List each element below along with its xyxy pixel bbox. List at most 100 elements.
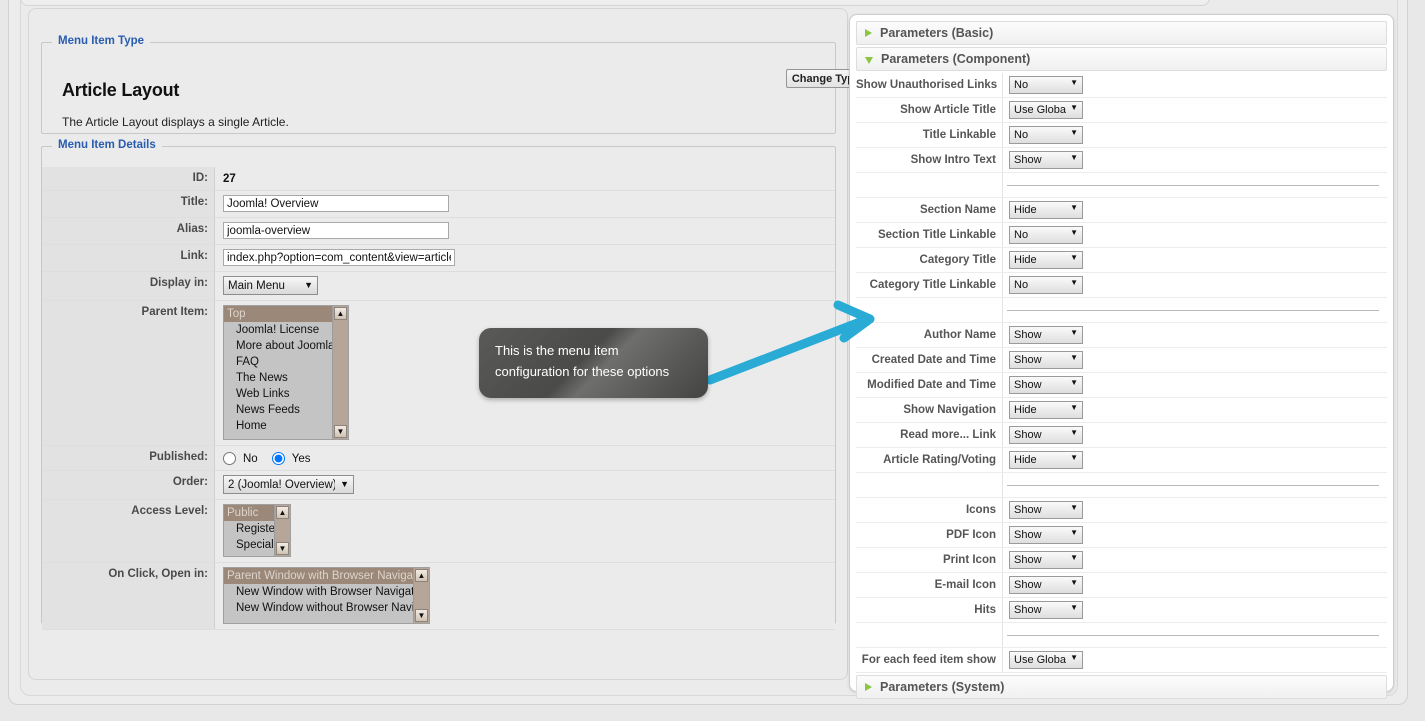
separator-spacer (856, 472, 1003, 498)
published-yes-radio[interactable] (271, 452, 285, 465)
parameter-select[interactable]: No (1009, 226, 1083, 244)
list-item[interactable]: New Window with Browser Navigation (224, 584, 429, 600)
parameter-select[interactable]: Show (1009, 376, 1083, 394)
parameter-select-wrap: Use Global ▼ (1009, 101, 1083, 119)
link-input[interactable] (223, 249, 455, 266)
parent-item-scrollbar[interactable]: ▲ ▼ (332, 306, 348, 439)
list-item[interactable]: Home (224, 418, 348, 434)
parameter-select[interactable]: Show (1009, 151, 1083, 169)
parameter-row: E-mail Icon Show ▼ (856, 572, 1387, 598)
value-id: 27 (214, 167, 835, 191)
separator-spacer (856, 297, 1003, 323)
parameters-system-header[interactable]: Parameters (System) (856, 675, 1387, 699)
scroll-down-arrow-icon[interactable]: ▼ (415, 609, 428, 622)
order-select[interactable]: 2 (Joomla! Overview) (223, 475, 354, 494)
published-yes-label[interactable]: Yes (292, 453, 311, 465)
parameter-select[interactable]: Hide (1009, 451, 1083, 469)
access-level-listbox[interactable]: Public Registered Special ▲ ▼ (223, 504, 291, 557)
parameters-component-label: Parameters (Component) (881, 52, 1031, 66)
parameter-label: Show Navigation (856, 397, 1003, 423)
parameter-select[interactable]: No (1009, 76, 1083, 94)
list-item[interactable]: More about Joomla! (224, 338, 348, 354)
table-row-access-level: Access Level: Public Registered Special ▲ … (42, 499, 835, 563)
parameter-row: Show Intro Text Show ▼ (856, 147, 1387, 173)
parameters-basic-label: Parameters (Basic) (880, 26, 994, 40)
on-click-listbox[interactable]: Parent Window with Browser Navigation New… (223, 567, 430, 624)
parameter-label: Created Date and Time (856, 347, 1003, 373)
parameter-select[interactable]: Hide (1009, 401, 1083, 419)
title-input[interactable] (223, 195, 449, 212)
parameter-row: Article Rating/Voting Hide ▼ (856, 447, 1387, 473)
list-item[interactable]: Web Links (224, 386, 348, 402)
parameter-row: Show Article Title Use Global ▼ (856, 97, 1387, 123)
scroll-up-arrow-icon[interactable]: ▲ (276, 506, 289, 519)
parameter-separator-row (856, 172, 1387, 198)
parameter-select[interactable]: Show (1009, 526, 1083, 544)
list-item[interactable]: Top (224, 306, 348, 322)
parameter-select[interactable]: Hide (1009, 251, 1083, 269)
scroll-down-arrow-icon[interactable]: ▼ (334, 425, 347, 438)
parameter-label: Title Linkable (856, 122, 1003, 148)
separator-rule (1002, 472, 1387, 498)
value-title (214, 190, 835, 218)
parameter-field: Show ▼ (1002, 147, 1387, 173)
label-title: Title: (42, 190, 215, 218)
parameter-select[interactable]: No (1009, 276, 1083, 294)
list-item[interactable]: FAQ (224, 354, 348, 370)
parameter-label: Modified Date and Time (856, 372, 1003, 398)
display-in-select-wrap: Main Menu ▼ (223, 276, 318, 295)
table-row-id: ID: 27 (42, 167, 835, 191)
list-item[interactable]: News Feeds (224, 402, 348, 418)
parameter-select[interactable]: No (1009, 126, 1083, 144)
value-link (214, 244, 835, 272)
parameter-select[interactable]: Hide (1009, 201, 1083, 219)
separator-rule (1002, 297, 1387, 323)
callout-tooltip: This is the menu item configuration for … (479, 328, 708, 398)
parameter-select-wrap: No ▼ (1009, 126, 1083, 144)
parameter-row: Read more... Link Show ▼ (856, 422, 1387, 448)
scroll-down-arrow-icon[interactable]: ▼ (276, 542, 289, 555)
list-item[interactable]: New Window without Browser Navigation (224, 600, 429, 616)
scroll-up-arrow-icon[interactable]: ▲ (415, 569, 428, 582)
access-level-scrollbar[interactable]: ▲ ▼ (274, 505, 290, 556)
parameter-select[interactable]: Show (1009, 601, 1083, 619)
parameter-field: Show ▼ (1002, 522, 1387, 548)
on-click-scrollbar[interactable]: ▲ ▼ (413, 568, 429, 623)
parent-item-listbox[interactable]: Top Joomla! License More about Joomla! FAQ T… (223, 305, 349, 440)
parameter-field: No ▼ (1002, 73, 1387, 98)
id-value: 27 (223, 173, 236, 185)
list-item[interactable]: Parent Window with Browser Navigation (224, 568, 429, 584)
parameter-row: Created Date and Time Show ▼ (856, 347, 1387, 373)
list-item[interactable]: The News (224, 370, 348, 386)
parameter-label: PDF Icon (856, 522, 1003, 548)
parameter-select[interactable]: Show (1009, 576, 1083, 594)
parameter-label: Author Name (856, 322, 1003, 348)
published-no-radio[interactable] (223, 452, 236, 465)
parameter-select[interactable]: Show (1009, 351, 1083, 369)
parameter-select[interactable]: Use Global (1009, 651, 1083, 669)
parameter-select[interactable]: Show (1009, 501, 1083, 519)
parameter-row: Print Icon Show ▼ (856, 547, 1387, 573)
parameters-component-header[interactable]: Parameters (Component) (856, 47, 1387, 71)
published-no-label[interactable]: No (243, 453, 258, 465)
parameter-select-wrap: Show ▼ (1009, 326, 1083, 344)
value-display-in: Main Menu ▼ (214, 271, 835, 301)
parameter-select[interactable]: Show (1009, 326, 1083, 344)
scroll-up-arrow-icon[interactable]: ▲ (334, 307, 347, 320)
parameter-label: Category Title Linkable (856, 272, 1003, 298)
parameters-basic-header[interactable]: Parameters (Basic) (856, 21, 1387, 45)
display-in-select[interactable]: Main Menu (223, 276, 318, 295)
parameter-field: Hide ▼ (1002, 397, 1387, 423)
table-row-title: Title: (42, 190, 835, 218)
parameter-select[interactable]: Use Global (1009, 101, 1083, 119)
parameter-field: Use Global ▼ (1002, 97, 1387, 123)
parameter-separator-row (856, 297, 1387, 323)
parameter-select[interactable]: Show (1009, 551, 1083, 569)
parameter-row: PDF Icon Show ▼ (856, 522, 1387, 548)
list-item[interactable]: Joomla! License (224, 322, 348, 338)
alias-input[interactable] (223, 222, 449, 239)
parameter-field: Show ▼ (1002, 422, 1387, 448)
parameter-select[interactable]: Show (1009, 426, 1083, 444)
parameter-select-wrap: Show ▼ (1009, 551, 1083, 569)
parameter-select-wrap: No ▼ (1009, 76, 1083, 94)
